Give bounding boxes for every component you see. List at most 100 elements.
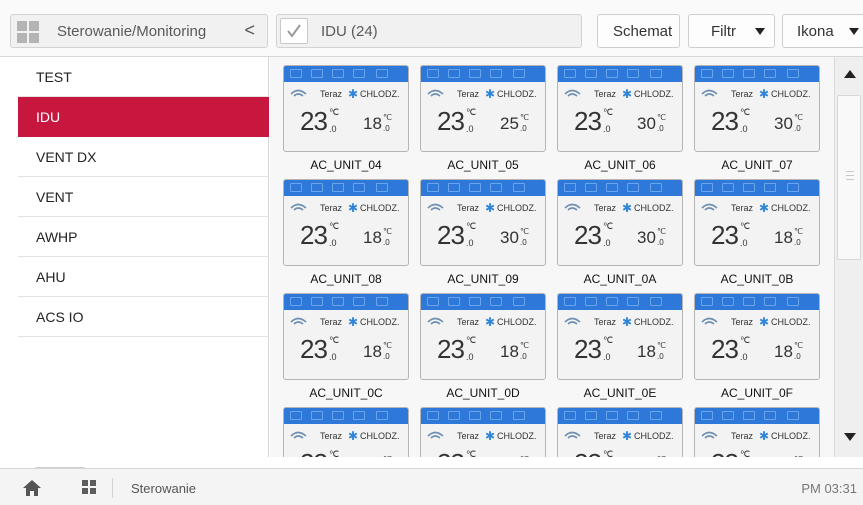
- scrollbar-thumb[interactable]: [837, 95, 861, 260]
- sidebar-item-acs-io[interactable]: ACS IO: [18, 297, 269, 337]
- setpoint-temperature: 18: [637, 456, 656, 457]
- unit-card[interactable]: Teraz✱CHLODZ.23℃.018℃.0: [283, 65, 409, 152]
- navigation-box[interactable]: Sterowanie/Monitoring <: [10, 14, 268, 48]
- unit-card[interactable]: Teraz✱CHLODZ.23℃.018℃.0: [420, 407, 546, 457]
- temperature-decimal: .0: [520, 124, 527, 133]
- setpoint-temperature: 18: [363, 342, 382, 361]
- arrow-down-icon[interactable]: [844, 433, 856, 441]
- temperature-decimal: .0: [466, 238, 474, 248]
- selection-label: IDU (24): [321, 23, 378, 40]
- unit-card[interactable]: Teraz✱CHLODZ.23℃.018℃.0: [557, 407, 683, 457]
- unit-tile[interactable]: Teraz✱CHLODZ.23℃.018℃.0: [420, 407, 546, 457]
- unit-tile[interactable]: Teraz ✱ CHLODZ. 23 ℃ .0 30 ℃ .0 AC_UNIT_0A: [557, 179, 683, 287]
- current-temperature: 23: [711, 448, 739, 457]
- schemat-button[interactable]: Schemat: [597, 14, 680, 48]
- temperature-decimal: .0: [466, 352, 474, 362]
- temperature-decimal: .0: [383, 352, 390, 361]
- temperature-unit: ℃: [740, 107, 751, 117]
- unit-card[interactable]: Teraz✱CHLODZ.23℃.018℃.0: [694, 179, 820, 266]
- current-temperature: 23: [437, 334, 465, 364]
- unit-card[interactable]: Teraz ✱ CHLODZ. 23 ℃ .0 30 ℃ .0: [420, 179, 546, 266]
- grid-icon[interactable]: [82, 480, 97, 495]
- status-icons-bar: [284, 294, 408, 310]
- unit-tile[interactable]: Teraz✱CHLODZ.23℃.018℃.0: [557, 407, 683, 457]
- current-temperature: 23: [711, 334, 739, 364]
- setpoint-temperature: 18: [500, 342, 519, 361]
- unit-card[interactable]: Teraz ✱ CHLODZ. 23 ℃ .0 30 ℃ .0: [557, 65, 683, 152]
- current-label: Teraz: [731, 203, 754, 213]
- unit-card[interactable]: Teraz ✱ CHLODZ. 23 ℃ .0 30 ℃ .0: [694, 65, 820, 152]
- snowflake-icon: ✱: [759, 315, 770, 329]
- unit-tile[interactable]: Teraz ✱ CHLODZ. 23 ℃ .0 18 ℃ .0 AC_UNIT_0D: [420, 293, 546, 401]
- setpoint-temperature: 25: [774, 456, 793, 457]
- current-label: Teraz: [594, 89, 617, 99]
- mode-label: CHLODZ.: [634, 317, 674, 327]
- temperature-unit: ℃: [520, 113, 529, 122]
- arrow-up-icon[interactable]: [844, 70, 856, 78]
- unit-tile[interactable]: Teraz ✱ CHLODZ. 23 ℃ .0 18 ℃ .0 AC_UNIT_0E: [557, 293, 683, 401]
- temperature-decimal: .0: [603, 124, 611, 134]
- unit-tile[interactable]: Teraz ✱ CHLODZ. 23 ℃ .0 25 ℃ .0 AC_UNIT_05: [420, 65, 546, 173]
- checkbox-icon[interactable]: [280, 18, 308, 44]
- temperature-unit: ℃: [657, 455, 666, 457]
- unit-card[interactable]: Teraz✱CHLODZ.23℃.018℃.0: [420, 293, 546, 380]
- unit-card[interactable]: Teraz✱CHLODZ.23℃.025℃.0: [694, 407, 820, 457]
- chevron-down-icon: [755, 28, 765, 35]
- setpoint-temperature: 18: [500, 456, 519, 457]
- fan-icon: [290, 315, 307, 327]
- unit-card[interactable]: Teraz✱CHLODZ.23℃.018℃.0: [283, 293, 409, 380]
- unit-card[interactable]: Teraz✱CHLODZ.23℃.018℃.0: [283, 407, 409, 457]
- sidebar-item-vent-dx[interactable]: VENT DX: [18, 137, 269, 177]
- setpoint-temperature: 18: [637, 342, 656, 361]
- unit-card[interactable]: Teraz✱CHLODZ.23℃.018℃.0: [283, 179, 409, 266]
- unit-grid: Teraz ✱ CHLODZ. 23 ℃ .0 18 ℃ .0 AC_UNIT_04 Teraz ✱ C…: [270, 57, 834, 457]
- temperature-unit: ℃: [657, 227, 666, 236]
- unit-tile[interactable]: Teraz ✱ CHLODZ. 23 ℃ .0 18 ℃ .0 AC_UNIT_08: [283, 179, 409, 287]
- temperature-unit: ℃: [657, 341, 666, 350]
- unit-name: AC_UNIT_06: [584, 158, 656, 172]
- snowflake-icon: ✱: [759, 87, 770, 101]
- unit-tile[interactable]: Teraz ✱ CHLODZ. 23 ℃ .0 30 ℃ .0 AC_UNIT_09: [420, 179, 546, 287]
- mode-label: CHLODZ.: [360, 431, 400, 441]
- temperature-unit: ℃: [329, 221, 340, 231]
- unit-tile[interactable]: Teraz ✱ CHLODZ. 23 ℃ .0 18 ℃ .0 AC_UNIT_0F: [694, 293, 820, 401]
- filter-label: Filtr: [711, 23, 736, 40]
- temperature-decimal: .0: [603, 352, 611, 362]
- unit-card[interactable]: Teraz✱CHLODZ.23℃.018℃.0: [694, 293, 820, 380]
- temperature-decimal: .0: [383, 124, 390, 133]
- sidebar-item-idu[interactable]: IDU: [18, 97, 269, 137]
- grid-icon[interactable]: [16, 20, 40, 44]
- back-button[interactable]: <: [244, 20, 255, 41]
- unit-name: AC_UNIT_05: [447, 158, 519, 172]
- sidebar-item-test[interactable]: TEST: [18, 57, 269, 97]
- view-mode-dropdown[interactable]: Ikona: [782, 14, 863, 48]
- mode-label: CHLODZ.: [497, 203, 537, 213]
- unit-tile[interactable]: Teraz ✱ CHLODZ. 23 ℃ .0 30 ℃ .0 AC_UNIT_07: [694, 65, 820, 173]
- selection-box[interactable]: IDU (24): [276, 14, 582, 48]
- unit-card[interactable]: Teraz✱CHLODZ.23℃.025℃.0: [420, 65, 546, 152]
- fan-icon: [701, 87, 718, 99]
- filter-dropdown[interactable]: Filtr: [688, 14, 775, 48]
- unit-tile[interactable]: Teraz✱CHLODZ.23℃.025℃.0: [694, 407, 820, 457]
- schemat-label: Schemat: [613, 23, 673, 40]
- unit-tile[interactable]: Teraz ✱ CHLODZ. 23 ℃ .0 18 ℃ .0 AC_UNIT_0C: [283, 293, 409, 401]
- unit-tile[interactable]: Teraz ✱ CHLODZ. 23 ℃ .0 18 ℃ .0 AC_UNIT_04: [283, 65, 409, 173]
- mode-label: CHLODZ.: [360, 317, 400, 327]
- unit-tile[interactable]: Teraz ✱ CHLODZ. 23 ℃ .0 30 ℃ .0 AC_UNIT_06: [557, 65, 683, 173]
- mode-label: CHLODZ.: [634, 203, 674, 213]
- mode-label: CHLODZ.: [771, 431, 811, 441]
- fan-icon: [427, 87, 444, 99]
- unit-card[interactable]: Teraz ✱ CHLODZ. 23 ℃ .0 30 ℃ .0: [557, 179, 683, 266]
- current-label: Teraz: [320, 431, 343, 441]
- unit-tile[interactable]: Teraz✱CHLODZ.23℃.018℃.0: [283, 407, 409, 457]
- sidebar-item-ahu[interactable]: AHU: [18, 257, 269, 297]
- fan-icon: [564, 429, 581, 441]
- unit-tile[interactable]: Teraz ✱ CHLODZ. 23 ℃ .0 18 ℃ .0 AC_UNIT_0B: [694, 179, 820, 287]
- view-mode-label: Ikona: [797, 23, 834, 40]
- sidebar-item-awhp[interactable]: AWHP: [18, 217, 269, 257]
- scrollbar[interactable]: [834, 57, 863, 457]
- sidebar-item-vent[interactable]: VENT: [18, 177, 269, 217]
- unit-card[interactable]: Teraz✱CHLODZ.23℃.018℃.0: [557, 293, 683, 380]
- temperature-unit: ℃: [466, 221, 477, 231]
- home-icon[interactable]: [22, 479, 42, 497]
